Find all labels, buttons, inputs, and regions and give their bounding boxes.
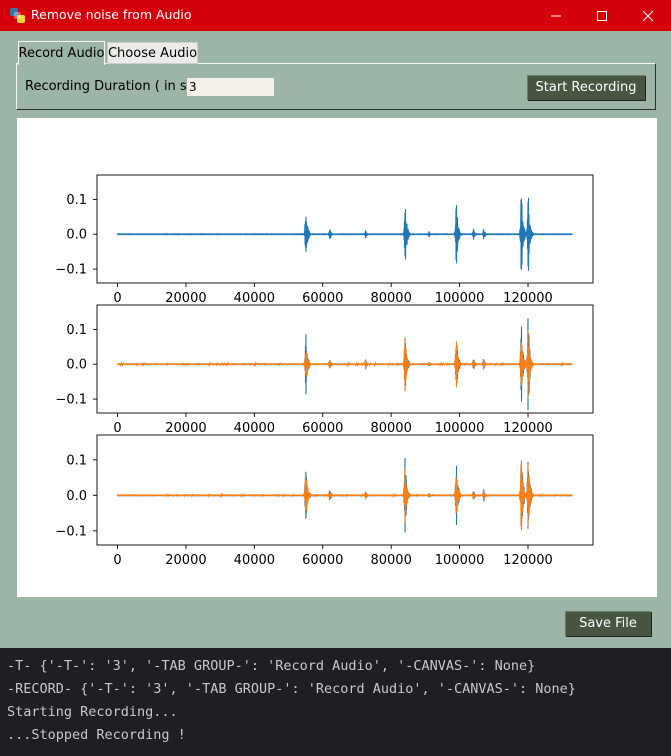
maximize-button[interactable] <box>579 0 625 31</box>
y-tick-label: 0.0 <box>66 358 87 373</box>
x-tick-label: 0 <box>113 291 121 306</box>
plot-canvas: 0.1 0.0 −0.1 0 20000 40000 60000 80000 100000 120… <box>17 118 657 597</box>
x-tick-label: 20000 <box>165 291 206 306</box>
close-button[interactable] <box>625 0 671 31</box>
x-tick-label: 100000 <box>435 553 485 568</box>
recording-duration-label: Recording Duration ( in s ): <box>25 79 201 94</box>
x-tick-label: 0 <box>113 553 121 568</box>
start-recording-button[interactable]: Start Recording <box>527 75 645 100</box>
minimize-button[interactable] <box>533 0 579 31</box>
save-file-button[interactable]: Save File <box>565 611 651 636</box>
y-tick-label: 0.0 <box>66 228 87 243</box>
tab-choose-audio[interactable]: Choose Audio <box>107 42 198 64</box>
x-tick-label: 60000 <box>302 291 343 306</box>
x-tick-label: 40000 <box>234 553 275 568</box>
x-tick-label: 100000 <box>435 421 485 436</box>
x-tick-label: 120000 <box>503 291 553 306</box>
plot-frame <box>96 434 594 546</box>
x-tick-label: 20000 <box>165 553 206 568</box>
x-tick-label: 120000 <box>503 421 553 436</box>
y-tick-label: 0.1 <box>66 193 87 208</box>
x-tick-label: 40000 <box>234 421 275 436</box>
x-tick-label: 80000 <box>370 291 411 306</box>
plot-frame <box>96 304 594 414</box>
x-tick-label: 20000 <box>165 421 206 436</box>
x-tick-label: 60000 <box>302 421 343 436</box>
python-logo-icon <box>10 8 25 23</box>
y-tick-label: −0.1 <box>55 263 87 278</box>
minimize-icon <box>551 15 561 16</box>
y-tick-label: −0.1 <box>55 393 87 408</box>
x-tick-label: 0 <box>113 421 121 436</box>
console-line: ...Stopped Recording ! <box>7 727 186 743</box>
title-bar: Remove noise from Audio <box>0 0 671 31</box>
maximize-icon <box>597 10 607 21</box>
console-line: -RECORD- {'-T-': '3', '-TAB GROUP-': 'Re… <box>7 681 576 697</box>
app-window: Remove noise from Audio Record Audio Cho… <box>0 0 671 648</box>
console-output: -T- {'-T-': '3', '-TAB GROUP-': 'Record … <box>0 648 671 756</box>
y-tick-label: 0.1 <box>66 453 87 468</box>
tab-record-audio[interactable]: Record Audio <box>18 41 105 65</box>
window-title: Remove noise from Audio <box>31 7 192 22</box>
waveform-charts: 0.1 0.0 −0.1 0 20000 40000 60000 80000 100000 120… <box>55 174 594 568</box>
console-line: -T- {'-T-': '3', '-TAB GROUP-': 'Record … <box>7 658 536 674</box>
y-tick-label: 0.0 <box>66 489 87 504</box>
x-tick-label: 100000 <box>435 291 485 306</box>
console-line: Starting Recording... <box>7 704 178 720</box>
plot-frame <box>96 174 594 284</box>
x-tick-label: 80000 <box>370 421 411 436</box>
x-tick-label: 60000 <box>302 553 343 568</box>
x-tick-label: 40000 <box>234 291 275 306</box>
y-tick-label: −0.1 <box>55 524 87 539</box>
x-tick-label: 80000 <box>370 553 411 568</box>
recording-duration-input[interactable] <box>187 78 274 96</box>
y-tick-label: 0.1 <box>66 323 87 338</box>
close-icon <box>642 10 654 21</box>
x-tick-label: 120000 <box>503 553 553 568</box>
